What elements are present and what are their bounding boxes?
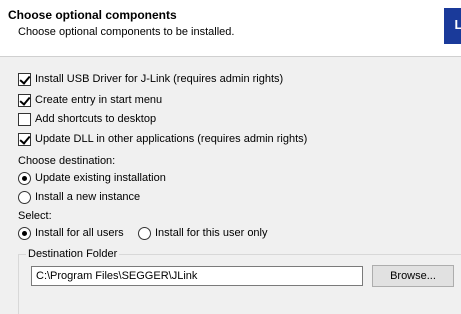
option-this-user[interactable]: Install for this user only xyxy=(138,225,268,241)
usb-driver-label: Install USB Driver for J-Link (requires … xyxy=(35,73,284,85)
option-start-menu[interactable]: Create entry in start menu xyxy=(18,92,162,108)
option-update-existing[interactable]: Update existing installation xyxy=(18,170,166,186)
browse-button[interactable]: Browse... xyxy=(372,265,454,287)
option-usb-driver[interactable]: Install USB Driver for J-Link (requires … xyxy=(18,71,283,87)
desktop-shortcuts-checkbox[interactable] xyxy=(18,112,31,126)
option-new-instance[interactable]: Install a new instance xyxy=(18,189,140,205)
segger-logo: Li xyxy=(444,8,461,44)
all-users-radio[interactable] xyxy=(18,226,31,240)
start-menu-checkbox[interactable] xyxy=(18,93,31,107)
destination-folder-legend: Destination Folder xyxy=(26,248,120,260)
desktop-shortcuts-label: Add shortcuts to desktop xyxy=(35,113,157,125)
destination-path-input[interactable] xyxy=(31,266,363,286)
option-all-users[interactable]: Install for all users xyxy=(18,225,124,241)
page-title: Choose optional components xyxy=(8,8,177,22)
all-users-label: Install for all users xyxy=(35,227,124,239)
logo-text: Li xyxy=(454,17,461,32)
new-instance-label: Install a new instance xyxy=(35,191,141,203)
select-label: Select: xyxy=(18,210,52,222)
option-desktop-shortcuts[interactable]: Add shortcuts to desktop xyxy=(18,111,156,127)
choose-destination-label: Choose destination: xyxy=(18,155,116,167)
update-dll-label: Update DLL in other applications (requir… xyxy=(35,133,308,145)
option-update-dll[interactable]: Update DLL in other applications (requir… xyxy=(18,131,307,147)
this-user-radio[interactable] xyxy=(138,226,151,240)
update-existing-label: Update existing installation xyxy=(35,172,166,184)
update-existing-radio[interactable] xyxy=(18,171,31,185)
start-menu-label: Create entry in start menu xyxy=(35,94,163,106)
header-panel: Choose optional components Choose option… xyxy=(0,0,461,57)
update-dll-checkbox[interactable] xyxy=(18,132,31,146)
this-user-label: Install for this user only xyxy=(155,227,268,239)
usb-driver-checkbox[interactable] xyxy=(18,72,31,86)
page-subtitle: Choose optional components to be install… xyxy=(18,26,235,38)
new-instance-radio[interactable] xyxy=(18,190,31,204)
